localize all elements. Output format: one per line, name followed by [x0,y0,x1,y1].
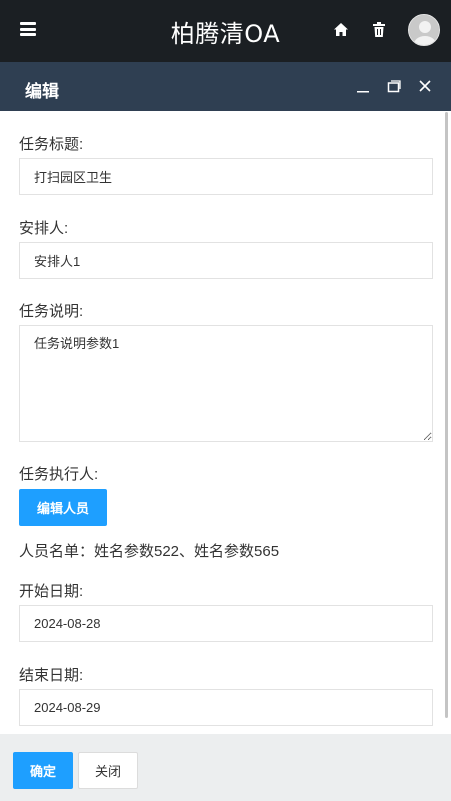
arranger-input[interactable] [19,242,433,279]
home-icon[interactable] [333,22,349,37]
top-app-bar: 柏腾清OA [0,0,451,62]
dialog-title: 编辑 [25,82,59,101]
arranger-label: 安排人: [19,220,69,237]
description-label: 任务说明: [19,303,84,320]
maximize-icon[interactable] [387,79,401,93]
description-textarea[interactable]: 任务说明参数1 [19,325,433,442]
close-icon[interactable] [418,79,432,93]
scrollbar[interactable] [445,112,448,718]
start-date-input[interactable] [19,605,433,642]
task-title-input[interactable] [19,158,433,195]
people-list: 人员名单：姓名参数522、姓名参数565 [19,543,280,560]
avatar[interactable] [408,14,440,46]
end-date-input[interactable] [19,689,433,726]
edit-people-button[interactable]: 编辑人员 [19,489,107,526]
dialog-header: 编辑 [0,62,451,111]
confirm-button[interactable]: 确定 [13,752,73,789]
end-date-label: 结束日期: [19,667,84,684]
minimize-icon[interactable] [356,79,370,93]
executor-label: 任务执行人: [19,466,99,483]
close-button[interactable]: 关闭 [78,752,138,789]
trash-icon[interactable] [373,22,385,37]
task-title-label: 任务标题: [19,136,84,153]
start-date-label: 开始日期: [19,583,84,600]
dialog-footer: 确定 关闭 [0,734,451,801]
